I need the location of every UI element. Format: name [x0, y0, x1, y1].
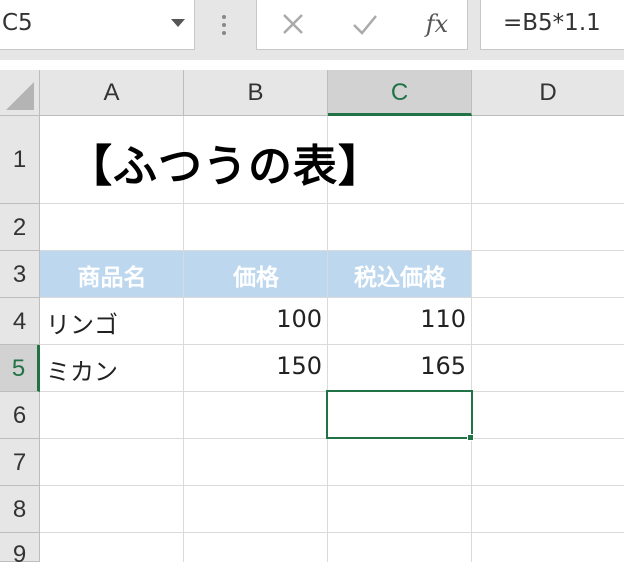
insert-function-button[interactable]: fx	[417, 6, 457, 38]
row-header-3[interactable]: 3	[0, 251, 40, 298]
name-box[interactable]: C5	[0, 0, 195, 50]
cancel-icon[interactable]	[277, 8, 309, 40]
fill-handle[interactable]	[467, 434, 474, 441]
column-header-a[interactable]: A	[40, 70, 184, 116]
more-options-icon[interactable]	[216, 12, 232, 38]
table-cell-price[interactable]: 150	[184, 352, 322, 380]
gridline	[40, 297, 624, 298]
table-cell-tax-price[interactable]: 110	[328, 305, 466, 333]
column-header-b[interactable]: B	[184, 70, 328, 116]
table-cell-price[interactable]: 100	[184, 305, 322, 333]
row-header-8[interactable]: 8	[0, 486, 40, 533]
table-cell-product[interactable]: リンゴ	[46, 305, 118, 340]
formula-buttons: fx	[256, 0, 468, 50]
table-cell-product[interactable]: ミカン	[46, 352, 118, 387]
table-cell-tax-price[interactable]: 165	[328, 352, 466, 380]
gridline	[40, 344, 624, 345]
row-header-5[interactable]: 5	[0, 345, 40, 392]
row-header-4[interactable]: 4	[0, 298, 40, 345]
table-header-tax-price[interactable]: 税込価格	[328, 258, 472, 292]
sheet-title[interactable]: 【ふつうの表】	[68, 130, 383, 194]
spreadsheet-grid: A B C D 1 2 3 4 5 6 7 8 9 【ふつうの表】 商品名 価格…	[0, 70, 624, 562]
gridline	[471, 116, 472, 562]
formula-bar: C5 fx =B5*1.1	[0, 0, 624, 60]
select-all-triangle-icon	[6, 82, 34, 110]
gridline	[40, 532, 624, 533]
row-header-7[interactable]: 7	[0, 439, 40, 486]
row-header-2[interactable]: 2	[0, 204, 40, 251]
select-all-button[interactable]	[0, 70, 40, 116]
formula-value: =B5*1.1	[503, 10, 601, 36]
column-header-d[interactable]: D	[472, 70, 624, 116]
column-header-c[interactable]: C	[328, 70, 472, 116]
row-header-1[interactable]: 1	[0, 116, 40, 204]
row-header-6[interactable]: 6	[0, 392, 40, 439]
active-cell-border[interactable]	[326, 390, 473, 439]
table-header-product[interactable]: 商品名	[40, 258, 184, 292]
gridline	[40, 485, 624, 486]
table-header-price[interactable]: 価格	[184, 258, 328, 292]
row-header-9[interactable]: 9	[0, 533, 40, 562]
gridline	[40, 203, 624, 204]
chevron-down-icon[interactable]	[168, 10, 188, 34]
formula-input[interactable]: =B5*1.1	[480, 0, 624, 50]
cells-area[interactable]: 【ふつうの表】 商品名 価格 税込価格 リンゴ 100 110 ミカン 150 …	[40, 116, 624, 562]
name-box-value: C5	[2, 10, 33, 36]
check-icon[interactable]	[349, 8, 381, 40]
gridline	[40, 250, 624, 251]
